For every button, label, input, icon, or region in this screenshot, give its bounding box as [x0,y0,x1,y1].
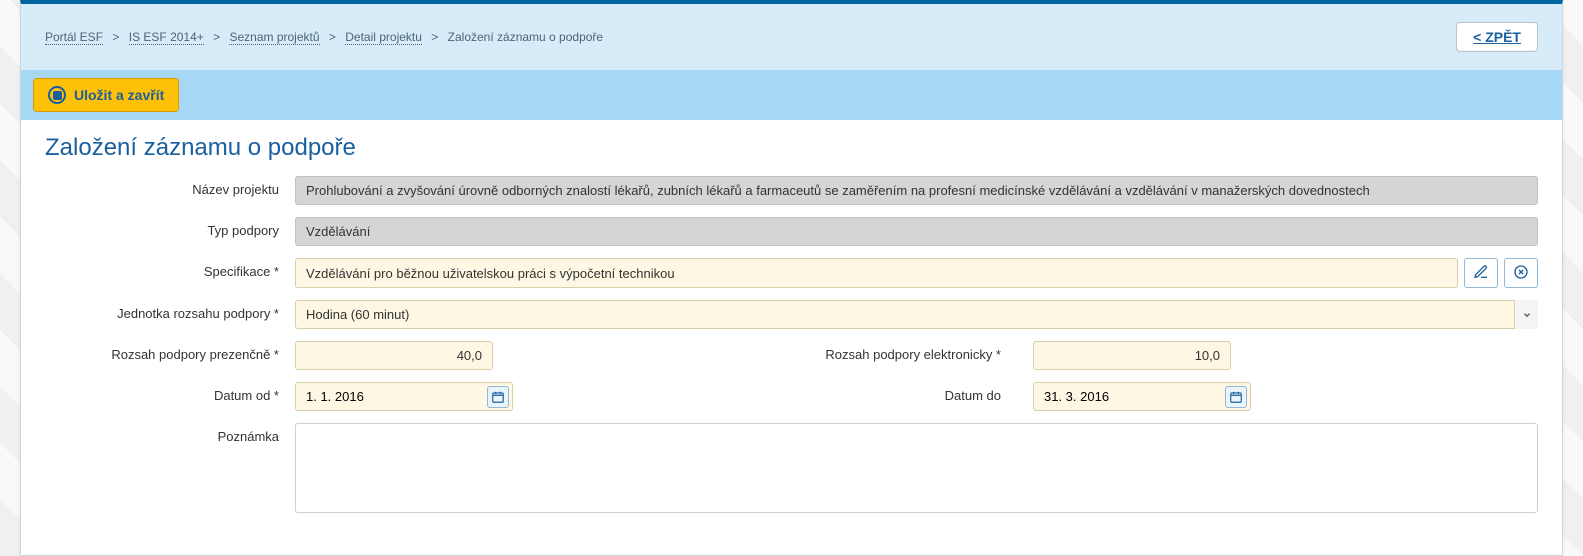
breadcrumb-current: Založení záznamu o podpoře [448,30,603,44]
back-button[interactable]: < ZPĚT [1456,22,1538,52]
datum-do-input[interactable] [1033,382,1251,411]
field-nazev-projektu: Prohlubování a zvyšování úrovně odbornýc… [295,176,1538,205]
calendar-icon[interactable] [487,386,509,408]
label-nazev-projektu: Název projektu [45,176,295,197]
field-typ-podpory: Vzdělávání [295,217,1538,246]
breadcrumb: Portál ESF > IS ESF 2014+ > Seznam proje… [45,30,603,44]
clear-specifikace-button[interactable] [1504,258,1538,288]
poznamka-textarea[interactable] [295,423,1538,513]
datum-od-input[interactable] [295,382,513,411]
label-typ-podpory: Typ podpory [45,217,295,238]
label-rozsah-prezencne: Rozsah podpory prezenčně * [45,341,295,362]
save-close-button[interactable]: Uložit a zavřít [33,78,179,112]
label-poznamka: Poznámka [45,423,295,444]
close-circle-icon [1513,264,1529,283]
breadcrumb-link-isesf[interactable]: IS ESF 2014+ [129,30,204,45]
save-close-label: Uložit a zavřít [74,87,164,103]
rozsah-elektronicky-input[interactable] [1033,341,1231,370]
label-specifikace: Specifikace * [45,258,295,279]
breadcrumb-link-seznam[interactable]: Seznam projektů [229,30,319,45]
edit-specifikace-button[interactable] [1464,258,1498,288]
calendar-icon[interactable] [1225,386,1247,408]
save-icon [48,86,66,104]
breadcrumb-link-detail[interactable]: Detail projektu [345,30,422,45]
edit-icon [1473,264,1489,283]
breadcrumb-link-portal[interactable]: Portál ESF [45,30,103,45]
label-datum-od: Datum od * [45,382,295,403]
specifikace-input[interactable] [295,258,1458,288]
jednotka-rozsahu-select[interactable]: Hodina (60 minut) [295,300,1538,329]
label-jednotka-rozsahu: Jednotka rozsahu podpory * [45,300,295,321]
page-title: Založení záznamu o podpoře [45,134,1538,162]
label-rozsah-elektronicky: Rozsah podpory elektronicky * [513,341,1033,362]
rozsah-prezencne-input[interactable] [295,341,493,370]
label-datum-do: Datum do [513,382,1033,403]
